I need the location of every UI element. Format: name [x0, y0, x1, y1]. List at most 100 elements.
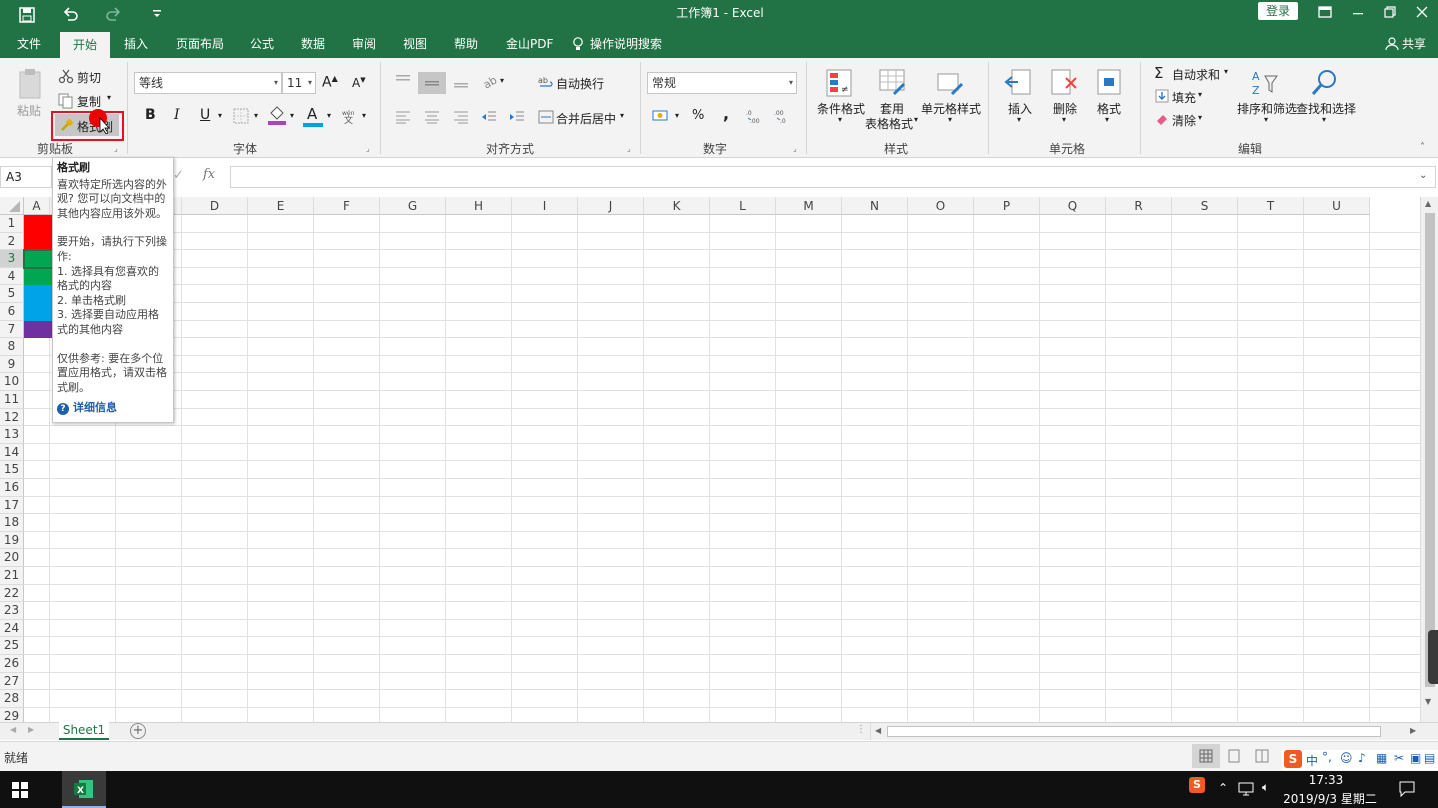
column-header-p[interactable]: P — [974, 197, 1040, 215]
row-header-24[interactable]: 24 — [0, 619, 24, 638]
insert-dropdown-icon[interactable]: ▾ — [1017, 115, 1021, 124]
column-header-d[interactable]: D — [182, 197, 248, 215]
page-layout-view-icon[interactable] — [1227, 749, 1241, 763]
align-center-icon[interactable] — [424, 110, 440, 124]
paste-icon[interactable] — [17, 68, 43, 100]
windows-start-icon[interactable] — [12, 782, 28, 798]
autosum-dropdown-icon[interactable]: ▾ — [1224, 67, 1228, 76]
network-icon[interactable] — [1238, 782, 1254, 796]
redo-icon[interactable] — [106, 6, 122, 22]
autosum-button[interactable]: 自动求和 — [1172, 66, 1220, 83]
orientation-dropdown-icon[interactable]: ▾ — [500, 76, 504, 85]
side-widget[interactable] — [1428, 630, 1438, 684]
row-header-7[interactable]: 7 — [0, 320, 24, 339]
align-bottom-icon[interactable] — [453, 74, 469, 88]
tab-data[interactable]: 数据 — [301, 30, 325, 58]
sort-filter-icon[interactable]: AZ — [1250, 68, 1280, 98]
column-header-k[interactable]: K — [644, 197, 710, 215]
row-header-17[interactable]: 17 — [0, 496, 24, 515]
filled-cell-a6[interactable] — [24, 303, 54, 321]
clear-dropdown-icon[interactable]: ▾ — [1198, 113, 1202, 122]
tab-view[interactable]: 视图 — [403, 30, 427, 58]
row-header-15[interactable]: 15 — [0, 461, 24, 479]
column-header-n[interactable]: N — [842, 197, 908, 215]
fill-color-dropdown-icon[interactable]: ▾ — [290, 111, 294, 120]
border-icon[interactable] — [233, 108, 249, 124]
normal-view-button[interactable] — [1192, 744, 1220, 768]
tab-insert[interactable]: 插入 — [124, 30, 148, 58]
format-table-dropdown-icon[interactable]: ▾ — [914, 115, 918, 124]
sort-dropdown-icon[interactable]: ▾ — [1264, 115, 1268, 124]
row-header-4[interactable]: 4 — [0, 267, 24, 286]
next-sheet-icon[interactable]: ▶ — [28, 725, 34, 734]
column-header-i[interactable]: I — [512, 197, 578, 215]
font-name-select[interactable]: 等线 ▾ — [134, 72, 282, 94]
font-color-dropdown-icon[interactable]: ▾ — [327, 111, 331, 120]
name-box[interactable]: A3 — [0, 166, 52, 188]
ime-tools-icon[interactable]: ✂ — [1394, 751, 1404, 765]
align-right-icon[interactable] — [453, 110, 469, 124]
ime-voice-icon[interactable]: ♪ — [1358, 751, 1366, 765]
column-header-r[interactable]: R — [1106, 197, 1172, 215]
fill-button[interactable]: 填充 — [1172, 89, 1196, 106]
phonetic-guide-icon[interactable]: wén文 — [341, 108, 359, 124]
alignment-launcher-icon[interactable]: ⌟ — [627, 144, 631, 153]
horizontal-scroll-thumb[interactable] — [887, 726, 1381, 737]
filled-cell-a7[interactable] — [24, 320, 54, 339]
save-icon[interactable] — [19, 7, 35, 23]
horizontal-scrollbar[interactable]: ◀ ▶ — [870, 723, 1420, 740]
filled-cell-a1[interactable] — [24, 215, 54, 233]
row-header-1[interactable]: 1 — [0, 215, 24, 233]
cell-styles-icon[interactable] — [936, 68, 966, 98]
column-header-e[interactable]: E — [248, 197, 314, 215]
column-header-h[interactable]: H — [446, 197, 512, 215]
ribbon-display-icon[interactable] — [1318, 6, 1332, 18]
column-header-a[interactable]: A — [24, 197, 50, 215]
merge-center-button[interactable]: 合并后居中 — [556, 110, 616, 127]
tab-page-layout[interactable]: 页面布局 — [176, 30, 224, 58]
formula-input[interactable] — [230, 166, 1436, 188]
format-as-table-line2[interactable]: 表格格式 — [865, 115, 913, 132]
number-format-select[interactable]: 常规 ▾ — [647, 72, 797, 94]
accounting-dropdown-icon[interactable]: ▾ — [675, 111, 679, 120]
copy-dropdown-icon[interactable]: ▾ — [107, 93, 111, 102]
tell-me-search[interactable]: 操作说明搜索 — [590, 30, 662, 58]
add-sheet-icon[interactable]: + — [130, 723, 146, 739]
row-header-18[interactable]: 18 — [0, 514, 24, 532]
tab-review[interactable]: 审阅 — [352, 30, 376, 58]
increase-font-icon[interactable]: A▲ — [322, 74, 338, 91]
volume-icon[interactable]: 🔈︎ — [1262, 780, 1269, 795]
row-header-6[interactable]: 6 — [0, 303, 24, 321]
percent-button[interactable]: % — [692, 108, 704, 123]
sheet-tab-sheet1[interactable]: Sheet1 — [59, 722, 109, 740]
clipboard-launcher-icon[interactable]: ⌟ — [114, 144, 118, 153]
customize-qat-icon[interactable] — [151, 8, 163, 20]
tab-file[interactable]: 文件 — [17, 30, 41, 58]
row-header-27[interactable]: 27 — [0, 672, 24, 691]
filled-cell-a4[interactable] — [24, 267, 54, 286]
row-header-5[interactable]: 5 — [0, 285, 24, 303]
row-header-13[interactable]: 13 — [0, 426, 24, 444]
ime-emoji-icon[interactable]: ☺ — [1340, 751, 1353, 765]
splitter-handle-icon[interactable]: ⋮ — [856, 724, 866, 735]
border-dropdown-icon[interactable]: ▾ — [254, 111, 258, 120]
delete-cells-icon[interactable] — [1050, 68, 1080, 98]
column-header-q[interactable]: Q — [1040, 197, 1106, 215]
row-header-26[interactable]: 26 — [0, 655, 24, 673]
align-left-icon[interactable] — [395, 110, 411, 124]
column-header-u[interactable]: U — [1304, 197, 1370, 215]
find-dropdown-icon[interactable]: ▾ — [1322, 115, 1326, 124]
row-header-14[interactable]: 14 — [0, 443, 24, 462]
share-button[interactable]: 共享 — [1402, 30, 1426, 58]
accounting-format-icon[interactable] — [652, 108, 670, 124]
ime-punctuation-icon[interactable]: °, — [1322, 750, 1332, 764]
row-header-20[interactable]: 20 — [0, 549, 24, 567]
row-header-29[interactable]: 29 — [0, 707, 24, 722]
align-top-icon[interactable] — [395, 74, 411, 88]
conditional-dropdown-icon[interactable]: ▾ — [838, 115, 842, 124]
restore-icon[interactable] — [1383, 5, 1397, 19]
column-header-t[interactable]: T — [1238, 197, 1304, 215]
clock-date[interactable]: 2019/9/3 星期二 — [1282, 790, 1378, 807]
font-launcher-icon[interactable]: ⌟ — [366, 144, 370, 153]
row-header-16[interactable]: 16 — [0, 479, 24, 497]
